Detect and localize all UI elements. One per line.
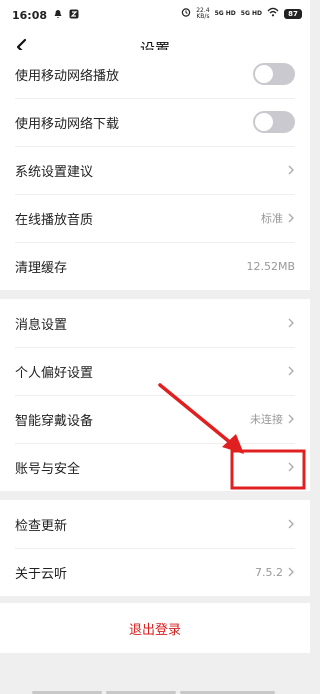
chevron-right-icon bbox=[288, 414, 294, 424]
alarm-icon bbox=[181, 7, 191, 20]
setting-row-clear-cache[interactable]: 清理缓存 12.52MB bbox=[0, 242, 310, 290]
chevron-right-icon bbox=[288, 567, 294, 577]
setting-row-preferences[interactable]: 个人偏好设置 bbox=[0, 347, 310, 395]
setting-label: 账号与安全 bbox=[15, 461, 81, 477]
cellular-signal-1: 5G HD bbox=[214, 9, 236, 17]
setting-label: 智能穿戴设备 bbox=[15, 413, 94, 429]
network-type-label: 5G HD bbox=[240, 9, 262, 17]
setting-label: 在线播放音质 bbox=[15, 212, 94, 228]
wifi-icon bbox=[267, 7, 279, 20]
about-group: 检查更新 关于云听 7.5.2 bbox=[0, 500, 310, 596]
setting-label: 个人偏好设置 bbox=[15, 365, 94, 381]
setting-row-mobile-download[interactable]: 使用移动网络下载 bbox=[0, 98, 310, 146]
playback-settings-group: 使用移动网络播放 使用移动网络下载 系统设置建议 在线播放音质 标准 清理缓存 … bbox=[0, 50, 310, 290]
preferences-group: 消息设置 个人偏好设置 智能穿戴设备 未连接 账号与安全 bbox=[0, 299, 310, 491]
setting-row-account-security[interactable]: 账号与安全 bbox=[0, 443, 310, 491]
setting-row-message[interactable]: 消息设置 bbox=[0, 299, 310, 347]
mobile-play-toggle[interactable] bbox=[253, 63, 295, 85]
setting-label: 关于云听 bbox=[15, 566, 68, 582]
notification-bell-icon bbox=[53, 9, 63, 22]
network-speed: 22.4 KB/s bbox=[196, 7, 210, 20]
mobile-download-toggle[interactable] bbox=[253, 111, 295, 133]
setting-value: 标准 bbox=[261, 212, 283, 225]
toggle-knob bbox=[255, 65, 273, 83]
setting-label: 消息设置 bbox=[15, 317, 68, 333]
chevron-right-icon bbox=[288, 366, 294, 376]
settings-screen: 16:08 22.4 KB/s 5G HD 5G HD 87 设置 使用移动网络… bbox=[0, 0, 310, 694]
status-bar: 16:08 22.4 KB/s 5G HD 5G HD 87 bbox=[0, 0, 310, 30]
network-speed-unit: KB/s bbox=[196, 12, 210, 20]
logout-button[interactable]: 退出登录 bbox=[0, 603, 310, 653]
chevron-right-icon bbox=[288, 519, 294, 529]
status-time: 16:08 bbox=[12, 8, 48, 22]
chevron-right-icon bbox=[288, 165, 294, 175]
setting-row-audio-quality[interactable]: 在线播放音质 标准 bbox=[0, 194, 310, 242]
chevron-right-icon bbox=[288, 213, 294, 223]
setting-label: 使用移动网络下载 bbox=[15, 116, 120, 132]
setting-row-wearable[interactable]: 智能穿戴设备 未连接 bbox=[0, 395, 310, 443]
setting-value: 7.5.2 bbox=[255, 565, 283, 579]
setting-row-about[interactable]: 关于云听 7.5.2 bbox=[0, 548, 310, 596]
logout-label: 退出登录 bbox=[128, 622, 181, 638]
setting-value: 未连接 bbox=[250, 413, 283, 426]
setting-value: 12.52MB bbox=[246, 259, 295, 273]
chevron-right-icon bbox=[288, 318, 294, 328]
chevron-right-icon bbox=[288, 462, 294, 472]
network-type-label: 5G HD bbox=[214, 9, 236, 17]
setting-label: 系统设置建议 bbox=[15, 164, 94, 180]
setting-row-mobile-play[interactable]: 使用移动网络播放 bbox=[0, 50, 310, 98]
setting-row-system-suggestion[interactable]: 系统设置建议 bbox=[0, 146, 310, 194]
cellular-signal-2: 5G HD bbox=[240, 9, 262, 17]
app-notification-icon bbox=[69, 9, 79, 22]
setting-row-check-update[interactable]: 检查更新 bbox=[0, 500, 310, 548]
toggle-knob bbox=[255, 113, 273, 131]
setting-label: 检查更新 bbox=[15, 518, 68, 534]
setting-label: 清理缓存 bbox=[15, 260, 68, 276]
bottom-gesture-bar bbox=[0, 690, 310, 694]
battery-indicator: 87 bbox=[284, 8, 302, 19]
setting-label: 使用移动网络播放 bbox=[15, 68, 120, 84]
